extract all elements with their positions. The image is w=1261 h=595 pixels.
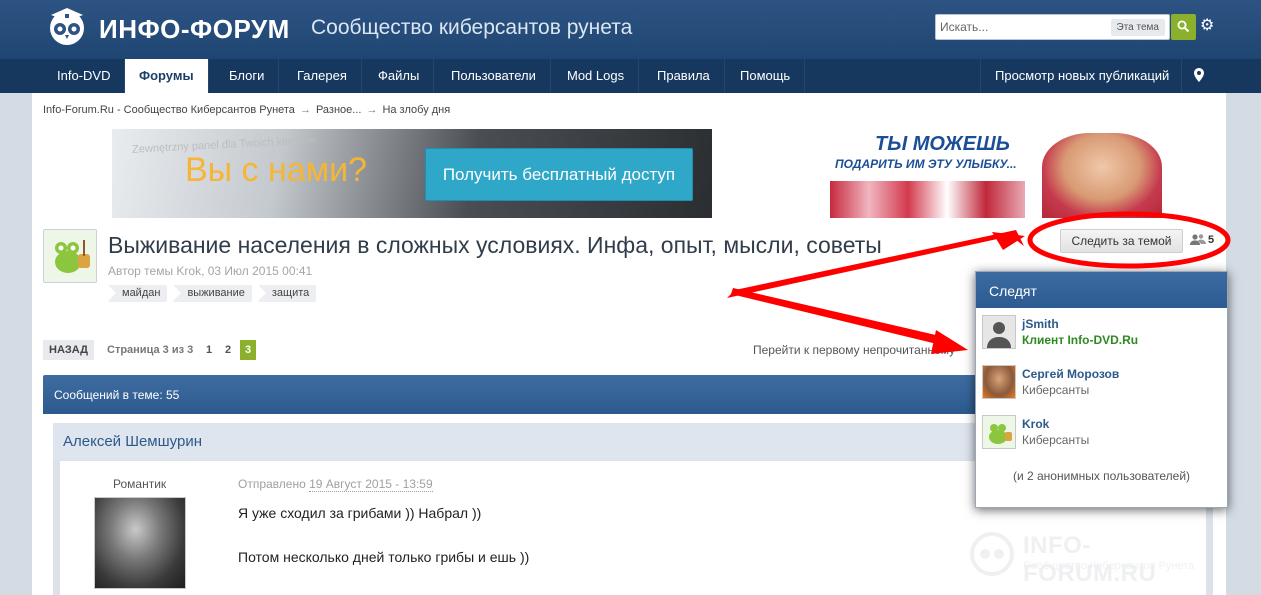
followers-count[interactable]: 5	[1190, 233, 1214, 246]
watermark-subtitle: Сообщество Киберсантов Рунета	[1023, 560, 1195, 572]
followers-popup-title: Следят	[989, 283, 1037, 299]
frog-avatar-icon	[989, 424, 1012, 444]
watermark: INFO-FORUM.RU Сообщество Киберсантов Рун…	[968, 528, 1208, 587]
ad-banner-right[interactable]: ТЫ МОЖЕШЬ ПОДАРИТЬ ИМ ЭТУ УЛЫБКУ...	[830, 129, 1180, 218]
follow-topic-button[interactable]: Следить за темой	[1060, 229, 1183, 253]
nav-item-blogs[interactable]: Блоги	[215, 59, 280, 93]
nav-item-files[interactable]: Файлы	[364, 59, 435, 93]
follower-avatar[interactable]	[982, 415, 1016, 449]
nav-item-rules[interactable]: Правила	[643, 59, 725, 93]
ad-banner-title: Вы с нами?	[185, 151, 367, 189]
breadcrumb: Info-Forum.Ru - Сообщество Киберсантов Р…	[43, 104, 450, 116]
post-text-line: Я уже сходил за грибами )) Набрал ))	[238, 505, 482, 521]
ad-banner-button[interactable]: Получить бесплатный доступ	[425, 148, 693, 201]
tag-link[interactable]: майдан	[108, 285, 168, 302]
ad-banner-right-headline: ТЫ МОЖЕШЬ	[875, 133, 1010, 155]
follower-avatar[interactable]	[982, 365, 1016, 399]
site-header: ИНФО-ФОРУМ Сообщество киберсантов рунета…	[0, 0, 1261, 59]
nav-item-users[interactable]: Пользователи	[437, 59, 551, 93]
breadcrumb-arrow: →	[366, 104, 378, 116]
follower-name[interactable]: Сергей Морозов	[1022, 367, 1119, 381]
follower-group: Клиент Info-DVD.Ru	[1022, 333, 1139, 347]
follower-group: Киберсанты	[1022, 383, 1090, 397]
post-author-photo[interactable]	[94, 497, 186, 589]
view-new-content-link[interactable]: Просмотр новых публикаций	[980, 59, 1183, 93]
post-timestamp: Отправлено 19 Август 2015 - 13:59	[238, 477, 433, 492]
followers-count-value: 5	[1208, 234, 1215, 246]
tag-link[interactable]: выживание	[173, 285, 252, 302]
post-sent-label: Отправлено	[238, 477, 306, 491]
search-box: Эта тема	[935, 14, 1170, 40]
settings-gear-icon[interactable]: ⚙	[1200, 14, 1216, 40]
first-unread-link[interactable]: Перейти к первому непрочитанному	[753, 343, 955, 357]
follower-item[interactable]: jSmith Клиент Info-DVD.Ru	[982, 313, 1222, 353]
default-user-icon	[983, 316, 1015, 348]
ad-banner-right-subline: ПОДАРИТЬ ИМ ЭТУ УЛЫБКУ...	[835, 157, 1017, 171]
post-sent-date[interactable]: 19 Август 2015 - 13:59	[309, 477, 433, 492]
follower-name[interactable]: Krok	[1022, 417, 1049, 431]
pagination-page[interactable]: 2	[221, 340, 235, 360]
breadcrumb-item[interactable]: На злобу дня	[382, 104, 450, 116]
pagination-info: Страница 3 из 3	[107, 344, 194, 356]
breadcrumb-arrow: →	[299, 104, 311, 116]
pagination-page[interactable]: 1	[202, 340, 216, 360]
search-icon	[1177, 20, 1190, 33]
follower-item[interactable]: Сергей Морозов Киберсанты	[982, 363, 1222, 403]
search-input[interactable]	[940, 18, 1100, 36]
nav-item-info-dvd[interactable]: Info-DVD	[43, 59, 126, 93]
ad-banner-left[interactable]: Zewnętrzny panel dla Twoich klientów Вы …	[112, 129, 712, 218]
search-scope-toggle[interactable]: Эта тема	[1110, 19, 1165, 36]
pagination-page-current[interactable]: 3	[240, 340, 256, 360]
watermark-owl-icon	[970, 532, 1014, 576]
post-text-line: Потом несколько дней только грибы и ешь …	[238, 549, 530, 565]
followers-popup: Следят jSmith Клиент Info-DVD.Ru Сергей …	[975, 271, 1228, 508]
posts-count-text: Сообщений в теме: 55	[54, 388, 180, 402]
location-pin-icon[interactable]	[1181, 59, 1215, 93]
pagination-back-button[interactable]: НАЗАД	[43, 340, 94, 360]
ad-child-image	[1042, 133, 1162, 218]
breadcrumb-item[interactable]: Разное...	[316, 104, 362, 116]
anonymous-followers-note: (и 2 анонимных пользователей)	[1012, 469, 1191, 483]
nav-item-forums[interactable]: Форумы	[125, 59, 209, 94]
main-nav: Info-DVD Форумы Блоги Галерея Файлы Поль…	[0, 59, 1261, 94]
nav-item-mod-logs[interactable]: Mod Logs	[553, 59, 640, 93]
nav-item-gallery[interactable]: Галерея	[283, 59, 362, 93]
post-author-name[interactable]: Алексей Шемшурин	[63, 433, 202, 450]
frog-avatar-icon	[55, 240, 90, 273]
posts-count-bar: Сообщений в теме: 55	[43, 375, 1043, 414]
search-button[interactable]	[1171, 14, 1196, 40]
follower-avatar[interactable]	[982, 315, 1016, 349]
owl-logo-icon[interactable]	[43, 6, 91, 46]
breadcrumb-item[interactable]: Info-Forum.Ru - Сообщество Киберсантов Р…	[43, 104, 295, 116]
follower-name[interactable]: jSmith	[1022, 317, 1059, 331]
topic-title: Выживание населения в сложных условиях. …	[108, 232, 882, 258]
topic-meta: Автор темы Krok, 03 Июл 2015 00:41	[108, 264, 313, 278]
followers-popup-header: Следят	[976, 272, 1227, 308]
post-author-rank: Романтик	[113, 477, 167, 491]
tag-link[interactable]: защита	[257, 285, 317, 302]
site-tagline: Сообщество киберсантов рунета	[311, 16, 633, 39]
nav-item-help[interactable]: Помощь	[726, 59, 806, 93]
follower-item[interactable]: Krok Киберсанты	[982, 413, 1222, 453]
site-logo-text[interactable]: ИНФО-ФОРУМ	[99, 14, 290, 45]
topic-tags: майдан выживание защита	[108, 285, 322, 302]
topic-author-avatar[interactable]	[43, 229, 97, 283]
follower-group: Киберсанты	[1022, 433, 1090, 447]
users-icon	[1190, 234, 1206, 245]
ad-flowers-image	[830, 181, 1025, 218]
